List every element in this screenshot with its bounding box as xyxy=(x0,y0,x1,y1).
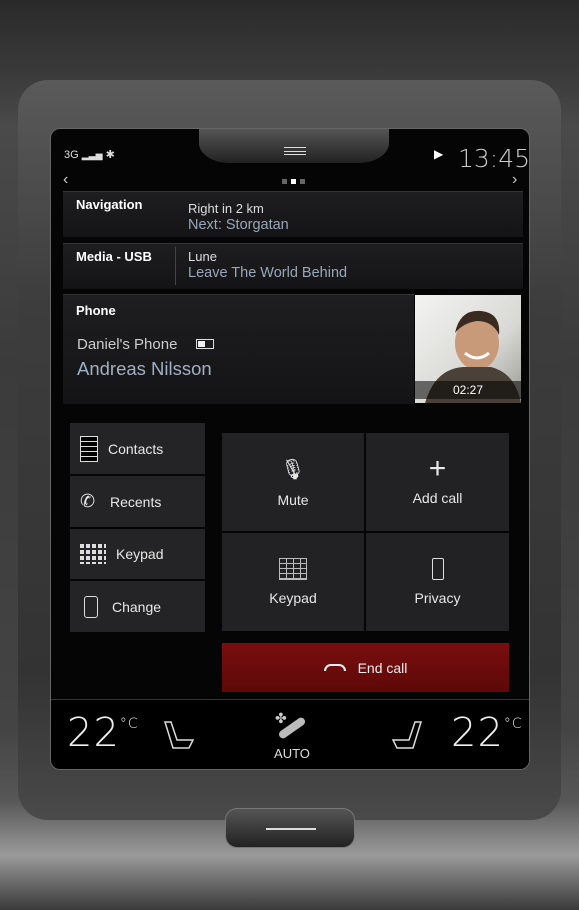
climate-mode-label: AUTO xyxy=(274,746,310,761)
page-dot xyxy=(282,179,287,184)
menu-item-change[interactable]: Change xyxy=(70,581,205,632)
divider xyxy=(175,247,176,285)
phone-device-name: Daniel's Phone xyxy=(77,336,178,353)
tile-title: Navigation xyxy=(76,197,143,212)
change-phone-icon xyxy=(84,595,98,618)
button-label: End call xyxy=(357,659,408,676)
handset-phone-icon xyxy=(431,558,444,580)
temp-value: 22 xyxy=(451,710,504,756)
bluetooth-icon: ✱ xyxy=(105,149,115,161)
recents-icon: ✆ xyxy=(80,491,96,511)
page-dot-active xyxy=(291,179,296,184)
right-seat-heat-icon[interactable] xyxy=(391,720,423,750)
page-dot xyxy=(300,179,305,184)
climate-auto-button[interactable]: ✤ AUTO xyxy=(269,710,315,761)
plus-icon: + xyxy=(428,452,447,485)
contacts-icon xyxy=(80,435,98,462)
microphone-muted-icon: 🎙︎ xyxy=(280,458,306,481)
phone-tile[interactable]: Phone Daniel's Phone Andreas Nilsson xyxy=(63,294,414,404)
top-pulldown-handle[interactable] xyxy=(199,129,389,163)
page-indicator xyxy=(282,179,305,184)
temp-value: 22 xyxy=(67,710,120,756)
nav-instruction: Right in 2 km xyxy=(188,201,264,216)
fan-airflow-icon: ✤ xyxy=(269,710,315,744)
button-label: Privacy xyxy=(414,590,461,606)
left-seat-heat-icon[interactable] xyxy=(163,720,195,750)
network-type: 3G xyxy=(64,149,79,161)
call-duration: 02:27 xyxy=(415,381,521,399)
menu-item-keypad[interactable]: Keypad xyxy=(70,529,205,579)
end-call-button[interactable]: End call xyxy=(222,643,509,692)
mute-button[interactable]: 🎙︎ Mute xyxy=(222,433,364,531)
caller-photo: 02:27 xyxy=(415,295,521,403)
temp-unit: °C xyxy=(503,716,523,732)
infotainment-screen: 3G ▂▃▅ ✱ ▶ 13:45 ‹ › Navigation Right in… xyxy=(50,128,530,770)
network-status: 3G ▂▃▅ ✱ xyxy=(64,148,115,161)
button-label: Keypad xyxy=(269,590,317,606)
hang-up-icon xyxy=(323,664,346,671)
menu-item-contacts[interactable]: Contacts xyxy=(70,423,205,474)
temp-unit: °C xyxy=(119,716,139,732)
menu-item-label: Keypad xyxy=(116,546,164,562)
caller-name: Andreas Nilsson xyxy=(77,358,212,379)
home-button[interactable] xyxy=(225,808,355,848)
media-tile[interactable]: Media - USB Lune Leave The World Behind xyxy=(63,243,523,289)
tile-title: Phone xyxy=(76,303,116,318)
keypad-icon xyxy=(80,544,106,564)
phone-menu: Contacts ✆ Recents Keypad Change xyxy=(70,423,205,632)
clock: 13:45 xyxy=(458,144,530,173)
right-temperature[interactable]: 22°C xyxy=(451,710,523,756)
button-label: Mute xyxy=(277,491,309,508)
menu-item-label: Change xyxy=(112,598,162,615)
play-icon: ▶ xyxy=(434,147,444,161)
navigation-tile[interactable]: Navigation Right in 2 km Next: Storgatan xyxy=(63,191,523,237)
left-temperature[interactable]: 22°C xyxy=(67,710,139,756)
button-label: Add call xyxy=(412,490,463,506)
climate-bar: 22°C ✤ AUTO 22°C xyxy=(51,699,529,769)
media-track: Leave The World Behind xyxy=(188,265,348,281)
next-page-icon[interactable]: › xyxy=(512,171,517,189)
home-line-icon xyxy=(266,828,316,830)
menu-item-label: Recents xyxy=(110,493,162,510)
battery-icon xyxy=(196,339,214,349)
prev-page-icon[interactable]: ‹ xyxy=(63,171,68,189)
menu-item-recents[interactable]: ✆ Recents xyxy=(70,476,205,527)
media-artist: Lune xyxy=(188,249,217,264)
keypad-icon xyxy=(279,558,307,580)
privacy-button[interactable]: Privacy xyxy=(366,533,509,631)
add-call-button[interactable]: + Add call xyxy=(366,433,509,531)
menu-item-label: Contacts xyxy=(108,440,164,457)
call-controls: 🎙︎ Mute + Add call Keypad Privacy xyxy=(222,433,509,632)
tile-title: Media - USB xyxy=(76,249,152,264)
signal-icon: ▂▃▅ xyxy=(81,150,103,160)
keypad-button[interactable]: Keypad xyxy=(222,533,364,631)
nav-next-street: Next: Storgatan xyxy=(188,217,289,233)
